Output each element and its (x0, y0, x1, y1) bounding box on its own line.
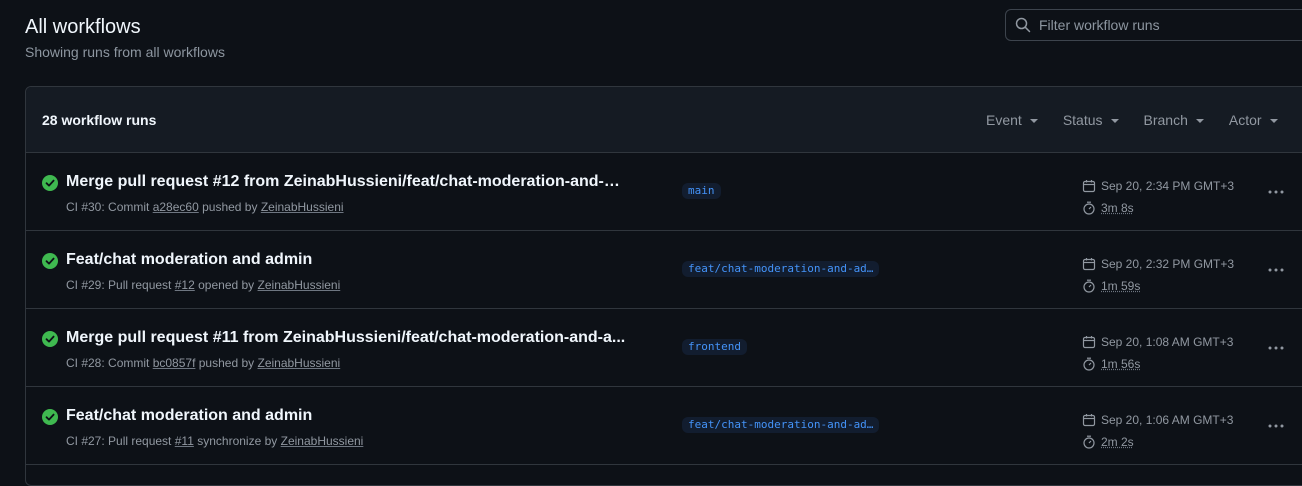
filter-label: Status (1062, 111, 1103, 128)
run-ref-link[interactable]: #11 (175, 434, 194, 448)
run-date: Sep 20, 2:32 PM GMT+3 (1101, 257, 1235, 271)
page-title: All workflows (25, 16, 141, 38)
list-header: 28 workflow runs Event Status Branch Act… (26, 87, 1302, 153)
run-ref-link[interactable]: #12 (175, 278, 195, 292)
run-duration: 1m 56s (1101, 357, 1141, 371)
filter-status-dropdown[interactable]: Status (1063, 112, 1119, 128)
stopwatch-icon (1083, 279, 1095, 293)
run-meta-middle: pushed by (198, 356, 255, 370)
branch-label[interactable]: main (682, 183, 721, 199)
run-title-link[interactable]: Merge pull request #12 from ZeinabHussie… (66, 173, 626, 191)
run-options-button[interactable] (1264, 416, 1288, 436)
run-meta-prefix: CI #27: Pull request (66, 434, 172, 448)
run-options-button[interactable] (1264, 338, 1288, 358)
run-meta: CI #27: Pull request #11 synchronize by … (66, 434, 363, 448)
filter-branch-dropdown[interactable]: Branch (1144, 112, 1204, 128)
kebab-horizontal-icon (1268, 190, 1284, 194)
success-check-icon (42, 331, 58, 347)
workflow-runs-list: 28 workflow runs Event Status Branch Act… (25, 86, 1302, 486)
run-meta-prefix: CI #29: Pull request (66, 278, 172, 292)
run-duration: 1m 59s (1101, 279, 1141, 293)
run-title-link[interactable]: Feat/chat moderation and admin (66, 251, 626, 269)
filter-label: Branch (1143, 111, 1188, 128)
success-check-icon (42, 253, 58, 269)
calendar-icon (1082, 336, 1096, 349)
caret-down-icon (1269, 118, 1278, 123)
run-timing: Sep 20, 2:32 PM GMT+3 1m 59s (1082, 253, 1234, 297)
stopwatch-icon (1083, 201, 1095, 215)
run-timing: Sep 20, 2:34 PM GMT+3 3m 8s (1082, 175, 1234, 219)
filter-event-dropdown[interactable]: Event (986, 112, 1038, 128)
run-date: Sep 20, 2:34 PM GMT+3 (1101, 179, 1235, 193)
run-options-button[interactable] (1264, 182, 1288, 202)
kebab-horizontal-icon (1268, 424, 1284, 428)
run-meta-middle: pushed by (202, 200, 258, 214)
filter-search-input[interactable] (1039, 17, 1289, 33)
workflow-run-row[interactable]: Feat/chat moderation and admin CI #27: P… (26, 387, 1302, 465)
filter-label: Event (986, 111, 1022, 128)
filter-search-box[interactable] (1005, 9, 1302, 41)
filter-actor-dropdown[interactable]: Actor (1229, 112, 1278, 128)
caret-down-icon (1029, 118, 1038, 123)
caret-down-icon (1110, 118, 1119, 123)
actor-link[interactable]: ZeinabHussieni (281, 434, 364, 448)
run-meta-middle: synchronize by (197, 434, 278, 448)
calendar-icon (1082, 414, 1096, 427)
run-ref-link[interactable]: bc0857f (153, 356, 196, 370)
run-duration: 2m 2s (1101, 435, 1134, 449)
branch-label[interactable]: feat/chat-moderation-and-ad… (682, 261, 880, 277)
page-subtitle: Showing runs from all workflows (25, 44, 225, 60)
run-ref-link[interactable]: a28ec60 (153, 200, 199, 214)
workflow-run-row[interactable]: Merge pull request #12 from ZeinabHussie… (26, 153, 1302, 231)
run-meta: CI #29: Pull request #12 opened by Zeina… (66, 278, 340, 292)
success-check-icon (42, 175, 58, 191)
workflow-run-row[interactable]: Merge pull request #11 from ZeinabHussie… (26, 309, 1302, 387)
run-date: Sep 20, 1:08 AM GMT+3 (1101, 335, 1234, 349)
stopwatch-icon (1083, 357, 1095, 371)
run-title-link[interactable]: Merge pull request #11 from ZeinabHussie… (66, 329, 626, 347)
run-count: 28 workflow runs (42, 111, 157, 128)
success-check-icon (42, 409, 58, 425)
run-date: Sep 20, 1:06 AM GMT+3 (1101, 413, 1234, 427)
kebab-horizontal-icon (1268, 268, 1284, 272)
filter-bar: Event Status Branch Actor (986, 87, 1302, 152)
run-title-link[interactable]: Feat/chat moderation and admin (66, 407, 626, 425)
calendar-icon (1082, 258, 1096, 271)
run-meta-middle: opened by (198, 278, 255, 292)
search-icon (1015, 17, 1031, 33)
branch-label[interactable]: frontend (682, 339, 747, 355)
stopwatch-icon (1083, 435, 1095, 449)
run-meta: CI #28: Commit bc0857f pushed by ZeinabH… (66, 356, 340, 370)
actor-link[interactable]: ZeinabHussieni (257, 356, 340, 370)
branch-label[interactable]: feat/chat-moderation-and-ad… (682, 417, 880, 433)
workflow-run-row[interactable]: Feat/chat moderation and admin CI #29: P… (26, 231, 1302, 309)
caret-down-icon (1195, 118, 1204, 123)
run-meta-prefix: CI #30: Commit (66, 200, 150, 214)
filter-label: Actor (1228, 111, 1262, 128)
actor-link[interactable]: ZeinabHussieni (261, 200, 344, 214)
run-timing: Sep 20, 1:06 AM GMT+3 2m 2s (1082, 409, 1233, 453)
kebab-horizontal-icon (1268, 346, 1284, 350)
calendar-icon (1082, 180, 1096, 193)
run-meta-prefix: CI #28: Commit (66, 356, 150, 370)
actor-link[interactable]: ZeinabHussieni (258, 278, 341, 292)
run-duration: 3m 8s (1101, 201, 1134, 215)
run-options-button[interactable] (1264, 260, 1288, 280)
run-meta: CI #30: Commit a28ec60 pushed by ZeinabH… (66, 200, 344, 214)
run-timing: Sep 20, 1:08 AM GMT+3 1m 56s (1082, 331, 1233, 375)
